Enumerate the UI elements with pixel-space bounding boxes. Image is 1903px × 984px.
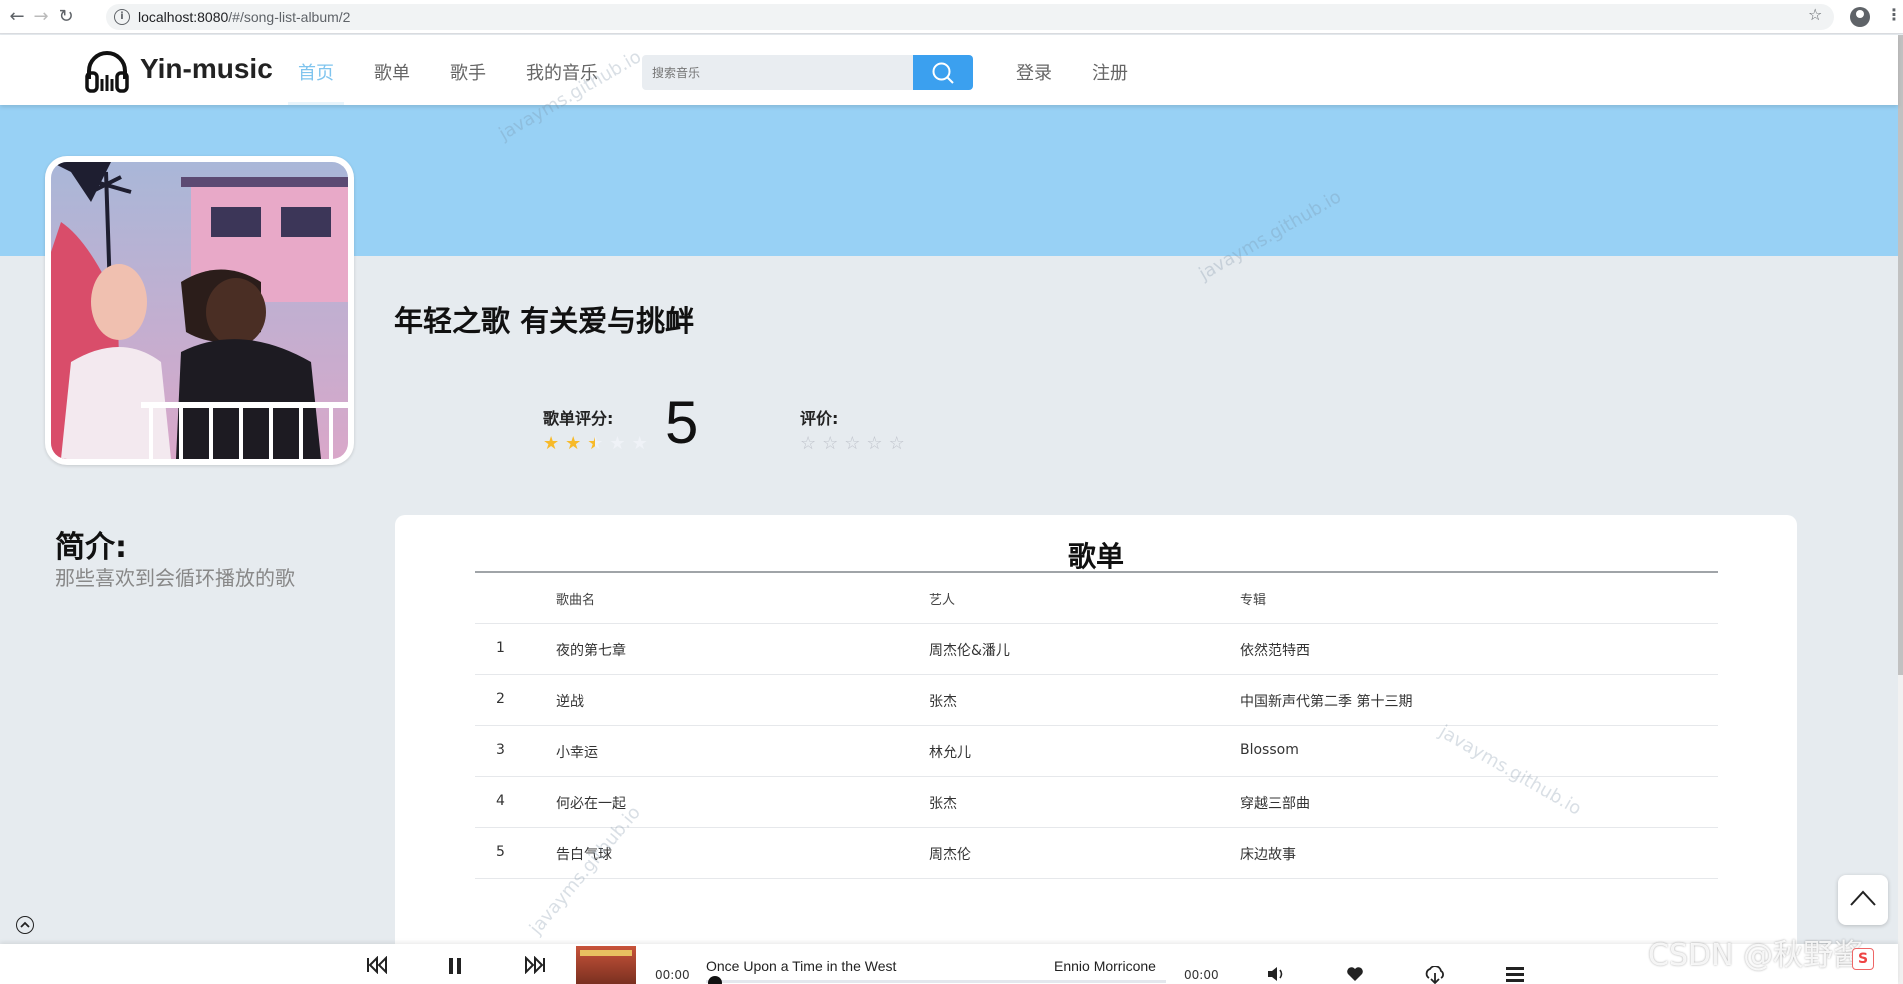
table-row[interactable]: 3 小幸运 林允儿 Blossom [475,726,1718,777]
playlist-menu-icon[interactable] [1506,966,1524,982]
column-header-name: 歌曲名 [556,593,596,608]
star-outline-icon[interactable]: ☆ [822,434,838,454]
login-link[interactable]: 登录 [1016,59,1052,85]
column-header-album: 专辑 [1240,593,1267,608]
song-artist: 张杰 [929,796,957,812]
nav-home[interactable]: 首页 [298,59,334,85]
previous-track-icon[interactable] [366,956,388,974]
back-to-top-button[interactable] [1838,875,1888,925]
table-row[interactable]: 5 告白气球 周杰伦 床边故事 [475,828,1718,879]
page-scrollbar-thumb[interactable] [1898,35,1903,675]
reload-icon[interactable]: ↻ [55,6,77,28]
total-time: 00:00 [1184,968,1219,982]
song-artist: 周杰伦 [929,847,971,863]
row-index: 4 [496,793,505,809]
star-outline-icon[interactable]: ☆ [889,434,905,454]
star-empty-icon: ★ [609,433,626,454]
now-playing-cover[interactable] [576,946,636,984]
score-stars: ★ ★ ★ ★ ★ [543,434,648,454]
csdn-badge-icon: S [1852,948,1874,970]
star-empty-icon: ★ [631,433,648,454]
row-index: 3 [496,742,505,758]
current-time: 00:00 [655,968,690,982]
song-name[interactable]: 逆战 [556,691,584,711]
pause-icon[interactable] [446,956,464,974]
player-toggle-button[interactable] [16,916,34,934]
rate-stars[interactable]: ☆ ☆ ☆ ☆ ☆ [800,434,905,454]
rate-label: 评价: [800,409,839,428]
intro-text: 那些喜欢到会循环播放的歌 [55,566,295,590]
song-album: Blossom [1240,742,1299,758]
register-link[interactable]: 注册 [1092,59,1128,85]
browser-menu-icon[interactable]: ⋮ [1886,5,1902,24]
chevron-up-icon [1850,890,1876,906]
nav-singers[interactable]: 歌手 [450,59,486,85]
row-index: 5 [496,844,505,860]
chevron-up-icon [20,921,30,928]
star-outline-icon[interactable]: ☆ [800,434,816,454]
song-artist: 林允儿 [929,745,971,761]
column-header-artist: 艺人 [929,593,956,608]
brand-name[interactable]: Yin-music [140,53,273,85]
search-button[interactable] [913,55,973,90]
song-artist: 周杰伦&潘儿 [929,643,1010,659]
active-nav-indicator [288,102,344,105]
song-name[interactable]: 夜的第七章 [556,640,626,660]
back-arrow-icon[interactable]: ← [6,6,28,28]
album-cover-image [51,162,348,459]
bookmark-star-icon[interactable]: ☆ [1808,5,1822,24]
volume-icon[interactable] [1267,966,1285,982]
row-index: 1 [496,640,505,656]
song-list-title: 歌单 [1067,540,1124,573]
song-name[interactable]: 小幸运 [556,742,598,762]
song-artist: 张杰 [929,694,957,710]
nav-playlists[interactable]: 歌单 [374,59,410,85]
next-track-icon[interactable] [524,956,546,974]
now-playing-title: Once Upon a Time in the West [706,958,897,974]
star-half-icon: ★ [587,433,604,454]
song-name[interactable]: 告白气球 [556,844,612,864]
table-row[interactable]: 1 夜的第七章 周杰伦&潘儿 依然范特西 [475,624,1718,675]
progress-knob[interactable] [708,976,722,984]
address-bar[interactable]: i localhost:8080/#/song-list-album/2 [106,4,1834,30]
table-row[interactable]: 4 何必在一起 张杰 穿越三部曲 [475,777,1718,828]
url-text: localhost:8080/#/song-list-album/2 [138,9,351,25]
song-album: 中国新声代第二季 第十三期 [1240,694,1413,710]
progress-track[interactable] [706,980,1166,983]
intro-title: 简介: [55,530,127,565]
headphones-logo-icon[interactable] [84,49,130,93]
site-info-icon[interactable]: i [114,9,130,25]
album-title: 年轻之歌 有关爱与挑衅 [394,304,695,338]
table-row[interactable]: 2 逆战 张杰 中国新声代第二季 第十三期 [475,675,1718,726]
nav-my-music[interactable]: 我的音乐 [526,59,598,85]
download-icon[interactable] [1424,966,1446,984]
search-icon [932,62,954,84]
song-album: 床边故事 [1240,847,1296,863]
song-name[interactable]: 何必在一起 [556,793,626,813]
star-outline-icon[interactable]: ☆ [844,434,860,454]
profile-icon[interactable] [1850,7,1870,27]
player-bar: 00:00 Once Upon a Time in the West Ennio… [0,944,1898,984]
score-value: 5 [665,389,699,456]
table-header: 歌曲名 艺人 专辑 [475,573,1718,624]
song-table: 歌曲名 艺人 专辑 1 夜的第七章 周杰伦&潘儿 依然范特西 2 逆战 张杰 中… [475,573,1718,879]
song-album: 穿越三部曲 [1240,796,1310,812]
row-index: 2 [496,691,505,707]
song-album: 依然范特西 [1240,643,1310,659]
forward-arrow-icon[interactable]: → [30,6,52,28]
site-header: Yin-music 首页 歌单 歌手 我的音乐 登录 注册 [0,35,1898,105]
song-list-card: 歌单 歌曲名 艺人 专辑 1 夜的第七章 周杰伦&潘儿 依然范特西 2 逆战 张… [395,515,1797,984]
csdn-watermark: CSDN @秋野酱 [1648,938,1864,973]
star-full-icon: ★ [565,433,582,454]
album-cover [45,156,354,465]
browser-toolbar: ← → ↻ i localhost:8080/#/song-list-album… [0,0,1903,34]
score-label: 歌单评分: [543,409,614,428]
heart-icon[interactable] [1346,966,1364,982]
star-full-icon: ★ [543,433,560,454]
search-input[interactable] [642,55,913,90]
star-outline-icon[interactable]: ☆ [866,434,882,454]
now-playing-artist: Ennio Morricone [1054,958,1156,974]
